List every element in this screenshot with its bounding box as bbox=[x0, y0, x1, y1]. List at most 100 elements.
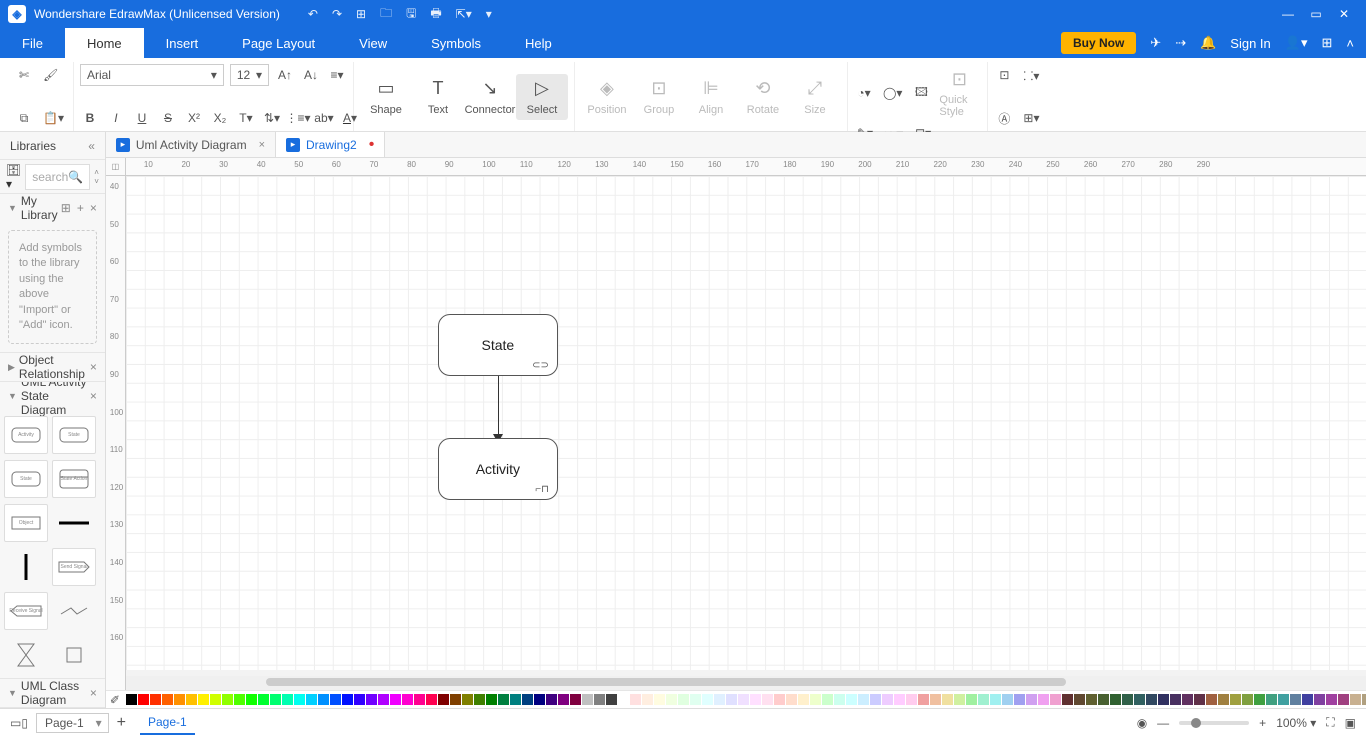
color-swatch[interactable] bbox=[282, 694, 293, 705]
lib-add-icon[interactable]: ⊞ bbox=[61, 201, 71, 215]
replace-icon[interactable]: Ⓐ bbox=[994, 107, 1014, 129]
copy-icon[interactable]: ⧉ bbox=[14, 107, 34, 129]
italic-icon[interactable]: I bbox=[106, 107, 126, 129]
decrease-font-icon[interactable]: A↓ bbox=[301, 64, 321, 86]
color-swatch[interactable] bbox=[1050, 694, 1061, 705]
color-swatch[interactable] bbox=[882, 694, 893, 705]
lib-close-icon[interactable]: × bbox=[90, 201, 97, 215]
text-effect-icon[interactable]: ab▾ bbox=[314, 107, 334, 129]
share-icon[interactable]: ⇢ bbox=[1175, 35, 1186, 51]
color-swatch[interactable] bbox=[1158, 694, 1169, 705]
color-swatch[interactable] bbox=[438, 694, 449, 705]
color-swatch[interactable] bbox=[222, 694, 233, 705]
color-swatch[interactable] bbox=[1002, 694, 1013, 705]
color-swatch[interactable] bbox=[1074, 694, 1085, 705]
open-icon[interactable]: 🗀 bbox=[380, 4, 392, 25]
color-swatch[interactable] bbox=[1170, 694, 1181, 705]
color-swatch[interactable] bbox=[1206, 694, 1217, 705]
connector-tool[interactable]: ↘Connector bbox=[464, 74, 516, 120]
color-swatch[interactable] bbox=[1098, 694, 1109, 705]
qat-more-icon[interactable]: ▾ bbox=[486, 7, 492, 21]
color-swatch[interactable] bbox=[1014, 694, 1025, 705]
shape-thumb[interactable]: State bbox=[4, 460, 48, 498]
canvas-hscroll[interactable] bbox=[126, 676, 1366, 690]
apps-icon[interactable]: ⊞ bbox=[1322, 35, 1333, 51]
format-painter-icon[interactable]: 🖌 bbox=[40, 64, 61, 86]
bold-icon[interactable]: B bbox=[80, 107, 100, 129]
collapse-ribbon-icon[interactable]: ˄ bbox=[1346, 36, 1354, 51]
color-swatch[interactable] bbox=[954, 694, 965, 705]
color-swatch[interactable] bbox=[1194, 694, 1205, 705]
shape-thumb[interactable]: Receive Signal bbox=[4, 592, 48, 630]
color-swatch[interactable] bbox=[150, 694, 161, 705]
color-swatch[interactable] bbox=[690, 694, 701, 705]
color-swatch[interactable] bbox=[162, 694, 173, 705]
color-swatch[interactable] bbox=[678, 694, 689, 705]
menu-pagelayout[interactable]: Page Layout bbox=[220, 28, 337, 58]
color-swatch[interactable] bbox=[1278, 694, 1289, 705]
page-tab[interactable]: Page-1 bbox=[140, 711, 195, 735]
color-swatch[interactable] bbox=[198, 694, 209, 705]
picture-icon[interactable]: 🖾 bbox=[911, 82, 931, 104]
color-swatch[interactable] bbox=[414, 694, 425, 705]
tab-close-icon[interactable]: × bbox=[259, 139, 265, 151]
state-node[interactable]: State ⊂⊃ bbox=[438, 314, 558, 376]
shape-thumb[interactable] bbox=[4, 548, 48, 586]
underline-icon[interactable]: U bbox=[132, 107, 152, 129]
lib-down-icon[interactable]: ˅ bbox=[94, 177, 99, 186]
shape-thumb[interactable]: Activity bbox=[4, 416, 48, 454]
play-icon[interactable]: ◉ bbox=[1137, 716, 1147, 730]
color-swatch[interactable] bbox=[522, 694, 533, 705]
shape-thumb[interactable]: State Action bbox=[52, 460, 96, 498]
drawing-canvas[interactable]: State ⊂⊃ Activity ⌐⊓ bbox=[126, 176, 1366, 670]
font-family-select[interactable]: Arial▾ bbox=[80, 64, 224, 86]
color-swatch[interactable] bbox=[1146, 694, 1157, 705]
buy-now-button[interactable]: Buy Now bbox=[1061, 32, 1136, 54]
zoom-slider[interactable] bbox=[1179, 721, 1249, 725]
print-icon[interactable]: 🖶 bbox=[430, 4, 441, 25]
color-swatch[interactable] bbox=[498, 694, 509, 705]
lib-import-icon[interactable]: + bbox=[77, 201, 84, 215]
color-swatch[interactable] bbox=[390, 694, 401, 705]
color-swatch[interactable] bbox=[558, 694, 569, 705]
select-tool[interactable]: ▷Select bbox=[516, 74, 568, 120]
color-swatch[interactable] bbox=[1110, 694, 1121, 705]
font-size-select[interactable]: 12▾ bbox=[230, 64, 269, 86]
umlclass-close-icon[interactable]: × bbox=[90, 686, 97, 700]
page-select[interactable]: Page-1 bbox=[36, 713, 109, 733]
bullets-icon[interactable]: ⋮≡▾ bbox=[288, 107, 308, 129]
color-swatch[interactable] bbox=[126, 694, 137, 705]
selectall-icon[interactable]: ⊞▾ bbox=[1020, 107, 1042, 129]
color-swatch[interactable] bbox=[354, 694, 365, 705]
color-swatch[interactable] bbox=[774, 694, 785, 705]
color-swatch[interactable] bbox=[630, 694, 641, 705]
shape-thumb[interactable] bbox=[52, 636, 96, 674]
color-swatch[interactable] bbox=[1038, 694, 1049, 705]
color-swatch[interactable] bbox=[258, 694, 269, 705]
umlactivity-close-icon[interactable]: × bbox=[90, 389, 97, 403]
activity-node[interactable]: Activity ⌐⊓ bbox=[438, 438, 558, 500]
pages-outline-icon[interactable]: ▭▯ bbox=[10, 716, 28, 730]
color-swatch[interactable] bbox=[822, 694, 833, 705]
objrel-close-icon[interactable]: × bbox=[90, 360, 97, 374]
color-swatch[interactable] bbox=[426, 694, 437, 705]
shape-tool[interactable]: ▭Shape bbox=[360, 74, 412, 120]
menu-help[interactable]: Help bbox=[503, 28, 574, 58]
align-tool[interactable]: ⊫Align bbox=[685, 74, 737, 120]
color-swatch[interactable] bbox=[1122, 694, 1133, 705]
color-swatch[interactable] bbox=[186, 694, 197, 705]
fit-page-icon[interactable]: ⛶ bbox=[1326, 715, 1334, 730]
shadow-icon[interactable]: ◯▾ bbox=[880, 82, 905, 104]
shape-thumb[interactable]: Object bbox=[4, 504, 48, 542]
tab-uml-activity[interactable]: ▸ Uml Activity Diagram × bbox=[106, 132, 276, 157]
save-icon[interactable]: 🖫 bbox=[406, 4, 416, 25]
color-swatch[interactable] bbox=[990, 694, 1001, 705]
shape-thumb[interactable]: State bbox=[52, 416, 96, 454]
objrel-header[interactable]: ▶Object Relationship × bbox=[0, 353, 105, 381]
color-swatch[interactable] bbox=[318, 694, 329, 705]
color-swatch[interactable] bbox=[594, 694, 605, 705]
color-swatch[interactable] bbox=[930, 694, 941, 705]
subscript-icon[interactable]: X₂ bbox=[210, 107, 230, 129]
color-swatch[interactable] bbox=[894, 694, 905, 705]
color-swatch[interactable] bbox=[702, 694, 713, 705]
